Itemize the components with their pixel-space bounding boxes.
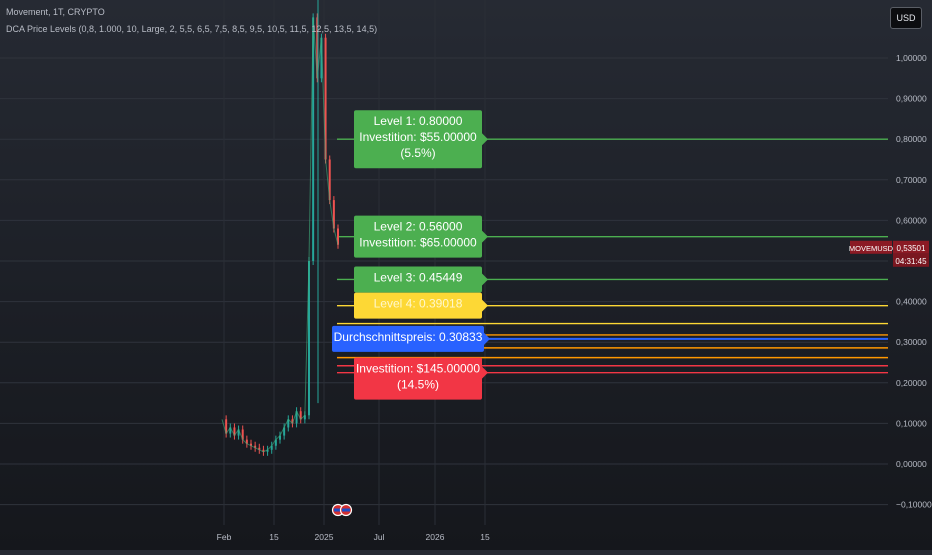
y-tick-label: 0,80000: [896, 134, 927, 144]
x-tick-label: Feb: [217, 532, 232, 542]
chart-area[interactable]: Level 1: 0.80000 Investition: $55.00000 (5…: [0, 0, 932, 550]
x-tick-label: 15: [269, 532, 279, 542]
event-flag-icon: [342, 508, 350, 512]
symbol-tag-text: MOVEMUSD: [849, 244, 894, 253]
x-tick-label: 2025: [315, 532, 334, 542]
price-line: [221, 17, 339, 453]
x-tick-label: 2026: [426, 532, 445, 542]
indicator-legend[interactable]: DCA Price Levels (0,8, 1.000, 10, Large,…: [6, 24, 377, 34]
level-label-text: Investition: $145.00000: [356, 362, 480, 376]
level-label-text: Level 3: 0.45449: [374, 270, 463, 284]
y-tick-label: 0,90000: [896, 94, 927, 104]
y-tick-label: 0,00000: [896, 459, 927, 469]
level-label-box: Investition: $145.00000 (14.5%): [354, 357, 488, 400]
y-tick-label: 0,30000: [896, 337, 927, 347]
grid: [0, 0, 888, 525]
currency-button[interactable]: USD: [890, 7, 922, 29]
level-label-text: Level 2: 0.56000: [374, 220, 463, 234]
price-tag: MOVEMUSD 0,53501 04:31:45: [849, 240, 929, 267]
level-label-text: (5.5%): [400, 146, 435, 160]
x-tick-label: 15: [480, 532, 490, 542]
price-tag-text: 0,53501: [897, 244, 926, 253]
level-label-text: Durchschnittspreis: 0.30833: [334, 330, 483, 344]
x-tick-label: Jul: [374, 532, 385, 542]
countdown-tag-text: 04:31:45: [895, 257, 927, 266]
y-tick-label: 0,20000: [896, 378, 927, 388]
y-tick-label: −0,10000: [896, 500, 932, 510]
level-label-box: Level 4: 0.39018: [354, 292, 488, 319]
y-tick-label: 1,00000: [896, 53, 927, 63]
y-tick-label: 0,10000: [896, 418, 927, 428]
level-label-text: Investition: $65.00000: [359, 236, 477, 250]
price-series: [221, 0, 339, 456]
level-label-box: Level 2: 0.56000 Investition: $65.00000: [354, 215, 488, 258]
y-tick-label: 0,40000: [896, 297, 927, 307]
symbol-legend[interactable]: Movement, 1T, CRYPTO: [6, 7, 105, 17]
level-label-text: Level 1: 0.80000: [374, 114, 463, 128]
y-tick-label: 0,60000: [896, 215, 927, 225]
level-label-box: Level 1: 0.80000 Investition: $55.00000 (5…: [354, 110, 488, 169]
level-label-text: (14.5%): [397, 378, 439, 392]
level-label-box: Level 3: 0.45449: [354, 266, 488, 293]
price-chart[interactable]: Level 1: 0.80000 Investition: $55.00000 (5…: [0, 0, 932, 550]
y-tick-label: 0,70000: [896, 175, 927, 185]
level-label-box: Durchschnittspreis: 0.30833: [332, 325, 490, 352]
level-label-text: Investition: $55.00000: [359, 130, 477, 144]
level-label-text: Level 4: 0.39018: [374, 297, 463, 311]
level-labels: Level 1: 0.80000 Investition: $55.00000 (5…: [332, 110, 490, 400]
